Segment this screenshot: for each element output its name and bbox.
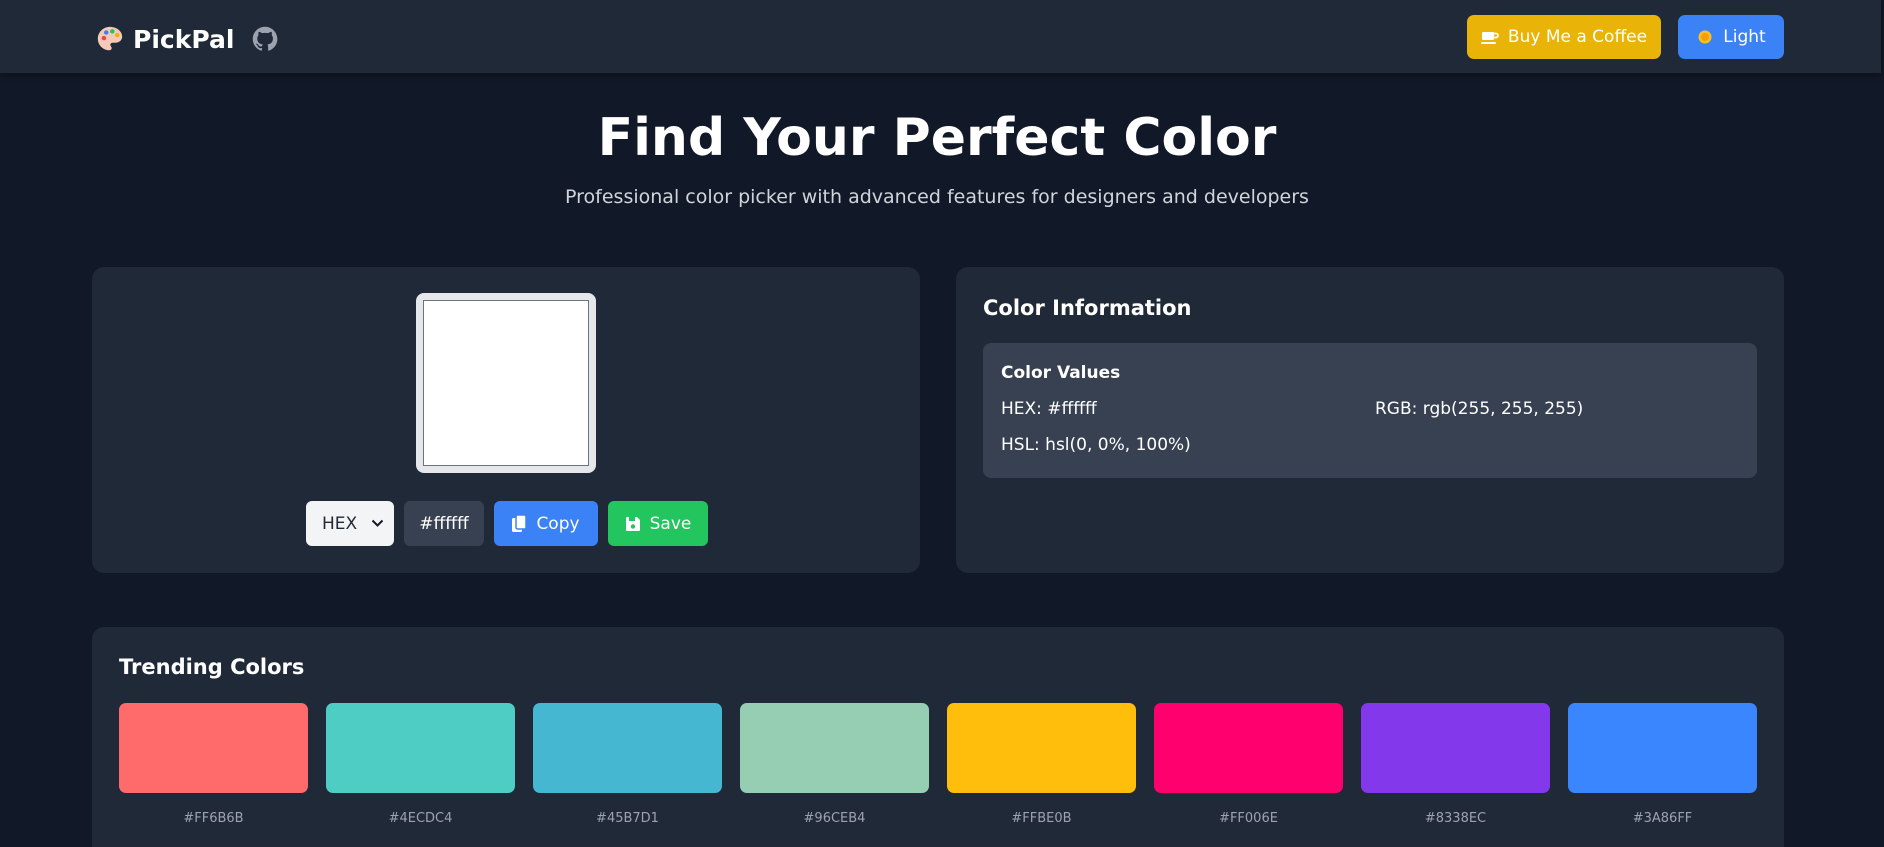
copy-button[interactable]: Copy bbox=[494, 501, 598, 546]
color-value-field[interactable]: #ffffff bbox=[404, 501, 484, 546]
trending-color-item[interactable]: #8338EC bbox=[1361, 703, 1550, 826]
format-select[interactable]: HEX bbox=[306, 501, 394, 546]
github-icon[interactable] bbox=[251, 25, 279, 53]
color-information-panel: Color Information Color Values HEX: #fff… bbox=[956, 267, 1784, 573]
coffee-icon bbox=[1480, 29, 1499, 45]
save-icon bbox=[625, 516, 641, 532]
trending-color-item[interactable]: #FF006E bbox=[1154, 703, 1343, 826]
trending-colors-panel: Trending Colors #FF6B6B #4ECDC4 #45B7D1 … bbox=[92, 627, 1784, 847]
color-hex-label: #45B7D1 bbox=[596, 811, 659, 826]
color-hex-label: #FFBE0B bbox=[1011, 811, 1072, 826]
color-swatch-input[interactable] bbox=[416, 293, 596, 473]
brand-name: PickPal bbox=[133, 24, 235, 54]
theme-label: Light bbox=[1723, 27, 1766, 47]
rgb-value: RGB: rgb(255, 255, 255) bbox=[1375, 399, 1584, 419]
save-button[interactable]: Save bbox=[608, 501, 708, 546]
color-swatch[interactable] bbox=[119, 703, 308, 793]
color-hex-label: #96CEB4 bbox=[803, 811, 866, 826]
color-preview bbox=[423, 300, 589, 466]
trending-color-item[interactable]: #45B7D1 bbox=[533, 703, 722, 826]
trending-colors-title: Trending Colors bbox=[119, 655, 305, 679]
color-swatch[interactable] bbox=[1361, 703, 1550, 793]
sun-icon bbox=[1696, 28, 1714, 46]
color-hex-label: #8338EC bbox=[1424, 811, 1487, 826]
copy-label: Copy bbox=[536, 513, 580, 534]
color-values-title: Color Values bbox=[1001, 363, 1121, 383]
color-swatch[interactable] bbox=[533, 703, 722, 793]
hsl-value: HSL: hsl(0, 0%, 100%) bbox=[1001, 435, 1191, 455]
palette-icon bbox=[97, 26, 123, 51]
format-select-value: HEX bbox=[322, 513, 358, 534]
theme-toggle-button[interactable]: Light bbox=[1678, 15, 1784, 59]
brand[interactable]: PickPal bbox=[95, 21, 279, 57]
buy-me-a-coffee-button[interactable]: Buy Me a Coffee bbox=[1467, 15, 1661, 59]
trending-color-item[interactable]: #3A86FF bbox=[1568, 703, 1757, 826]
color-swatch[interactable] bbox=[740, 703, 929, 793]
color-swatch[interactable] bbox=[1568, 703, 1757, 793]
color-hex-label: #FF6B6B bbox=[183, 811, 244, 826]
color-swatch[interactable] bbox=[947, 703, 1136, 793]
color-hex-label: #FF006E bbox=[1219, 811, 1278, 826]
chevron-down-icon bbox=[371, 519, 384, 527]
color-swatch[interactable] bbox=[1154, 703, 1343, 793]
color-hex-label: #3A86FF bbox=[1632, 811, 1693, 826]
picker-controls: HEX #ffffff Copy Save bbox=[306, 501, 708, 546]
copy-icon bbox=[512, 514, 528, 533]
trending-color-item[interactable]: #FFBE0B bbox=[947, 703, 1136, 826]
trending-color-item[interactable]: #4ECDC4 bbox=[326, 703, 515, 826]
color-values-box: Color Values HEX: #ffffff RGB: rgb(255, … bbox=[983, 343, 1757, 478]
color-swatch[interactable] bbox=[326, 703, 515, 793]
page-title: Find Your Perfect Color bbox=[597, 108, 1277, 168]
save-label: Save bbox=[649, 513, 692, 534]
trending-color-item[interactable]: #FF6B6B bbox=[119, 703, 308, 826]
color-hex-label: #4ECDC4 bbox=[388, 811, 453, 826]
top-navbar: PickPal Buy Me a Coffee Light bbox=[0, 0, 1881, 73]
color-information-title: Color Information bbox=[983, 296, 1192, 320]
coffee-label: Buy Me a Coffee bbox=[1507, 27, 1648, 47]
trending-color-item[interactable]: #96CEB4 bbox=[740, 703, 929, 826]
trending-colors-list: #FF6B6B #4ECDC4 #45B7D1 #96CEB4 #FFBE0B … bbox=[119, 703, 1760, 847]
color-picker-panel: HEX #ffffff Copy Save bbox=[92, 267, 920, 573]
page-subtitle: Professional color picker with advanced … bbox=[565, 186, 1309, 208]
hex-value: HEX: #ffffff bbox=[1001, 399, 1097, 419]
